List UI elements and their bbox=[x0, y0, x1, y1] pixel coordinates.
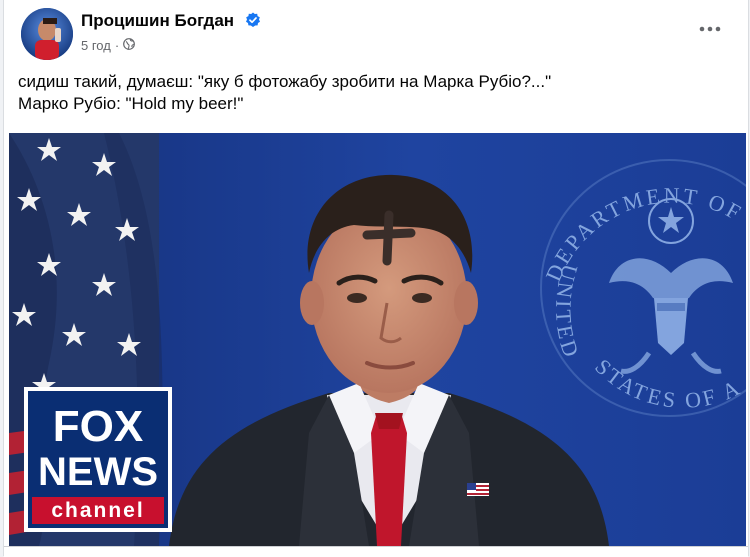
fox-text: FOX bbox=[53, 402, 143, 451]
author-name-row: Процишин Богдан bbox=[81, 11, 261, 33]
news-text: NEWS bbox=[38, 450, 158, 494]
channel-text: channel bbox=[51, 499, 144, 522]
post-card: Процишин Богдан 5 год · сидиш такий, дум… bbox=[3, 0, 749, 557]
post-meta: 5 год · bbox=[81, 38, 136, 53]
post-time[interactable]: 5 год bbox=[81, 38, 111, 53]
post-photo[interactable]: DEPARTMENT OF S UNITED STATES OF A bbox=[9, 133, 746, 546]
post-text-line-1: сидиш такий, думаєш: "яку б фотожабу зро… bbox=[18, 72, 552, 91]
author-avatar[interactable] bbox=[21, 8, 73, 60]
fox-news-logo: FOX NEWS channel bbox=[24, 387, 172, 532]
post-text: сидиш такий, думаєш: "яку б фотожабу зро… bbox=[18, 71, 551, 115]
meta-separator: · bbox=[114, 38, 120, 53]
post-footer-divider bbox=[4, 546, 748, 557]
globe-icon bbox=[123, 38, 136, 53]
verified-badge-icon bbox=[245, 12, 261, 33]
author-name[interactable]: Процишин Богдан bbox=[81, 11, 234, 30]
avatar-image bbox=[21, 8, 73, 60]
more-options-icon[interactable] bbox=[698, 22, 722, 36]
post-text-line-2: Марко Рубіо: "Hold my beer!" bbox=[18, 94, 244, 113]
